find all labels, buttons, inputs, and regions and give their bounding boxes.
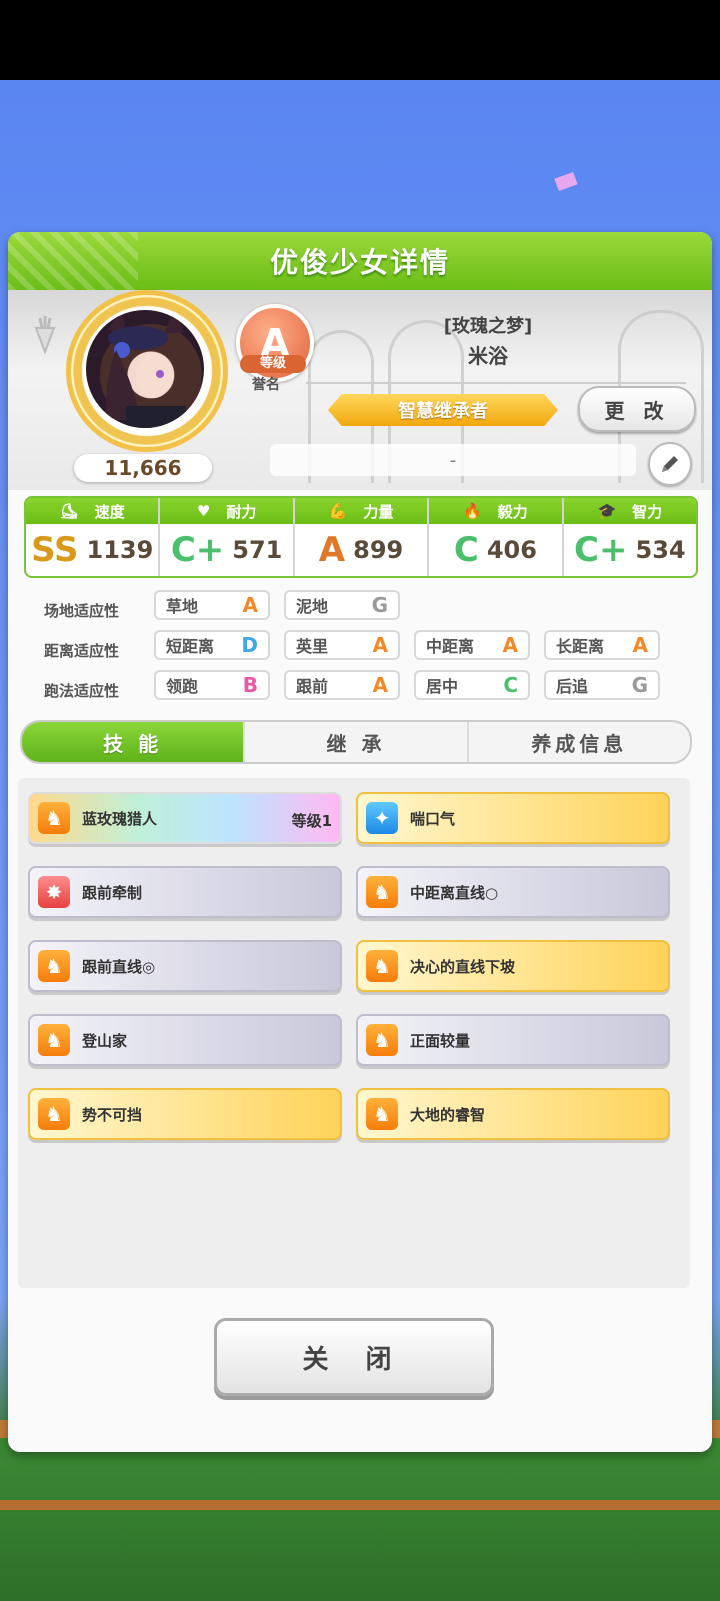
background-fence: [0, 1500, 720, 1510]
skill-horse-icon: ♞: [366, 1024, 398, 1056]
tab-training-info[interactable]: 养成信息: [469, 722, 690, 762]
skill-recovery-icon: ✦: [366, 802, 398, 834]
skill-horse-icon: ♞: [366, 1098, 398, 1130]
rank-label: 等级: [240, 355, 306, 373]
aptitude-turf: 草地 A: [154, 590, 270, 620]
stat-grade: C+: [574, 530, 628, 570]
track-aptitude-label: 场地适应性: [44, 602, 120, 620]
stat-power: 💪 力量 A 899: [294, 498, 430, 576]
skill-horse-icon: ♞: [38, 1024, 70, 1056]
skills-panel: ♞ 蓝玫瑰猎人 等级1 ✦ 喘口气 ✸ 跟前牵制 ♞ 中距离直线○ ♞ 跟前直线…: [18, 778, 690, 1288]
aptitude-dirt: 泥地 G: [284, 590, 400, 620]
stat-label: 耐力: [226, 502, 257, 521]
skill-name: 中距离直线○: [410, 883, 499, 902]
stat-grade: A: [318, 530, 346, 570]
stat-label: 力量: [363, 502, 394, 521]
confetti-decoration: [554, 171, 578, 192]
stat-grade: C: [453, 530, 479, 570]
flame-icon: 🔥: [463, 502, 482, 520]
carrot-icon: [34, 316, 56, 354]
skill-name: 跟前牵制: [82, 883, 143, 902]
close-button[interactable]: 关 闭: [214, 1318, 494, 1396]
skill-item[interactable]: ♞ 大地的睿智: [356, 1088, 670, 1140]
skill-horse-icon: ♞: [366, 950, 398, 982]
stat-speed: ⛸ 速度 SS 1139: [26, 498, 161, 576]
heart-icon: ♥: [196, 502, 211, 520]
muscle-icon: 💪: [328, 502, 348, 520]
stat-value: 406: [486, 536, 537, 564]
skill-horse-icon: ♞: [38, 950, 70, 982]
skill-horse-icon: ♞: [38, 1098, 70, 1130]
aptitude-sprint: 短距离 D: [154, 630, 270, 660]
uma-detail-dialog: 优俊少女详情 11,666 A 等级 誉名 [玫瑰之梦] 米浴 智慧继承者 更 …: [8, 232, 712, 1452]
stat-stamina: ♥ 耐力 C+ 571: [160, 498, 295, 576]
aptitude-medium: 中距离 A: [414, 630, 530, 660]
uma-outfit-title: [玫瑰之梦]: [443, 316, 533, 337]
pencil-icon: [662, 456, 678, 472]
aptitude-late-surger: 居中 C: [414, 670, 530, 700]
fan-count: 11,666: [74, 454, 212, 482]
skill-item[interactable]: ♞ 中距离直线○: [356, 866, 670, 918]
stat-grade: C+: [170, 530, 225, 570]
tab-skills[interactable]: 技 能: [22, 722, 246, 762]
stat-value: 571: [232, 536, 283, 564]
dialog-header: 优俊少女详情: [8, 232, 712, 290]
aptitude-pace-chaser: 跟前 A: [284, 670, 400, 700]
style-aptitude-label: 跑法适应性: [44, 682, 120, 700]
stat-value: 1139: [86, 536, 154, 564]
uma-name: 米浴: [468, 344, 508, 368]
skill-item[interactable]: ♞ 登山家: [28, 1014, 342, 1066]
stat-label: 毅力: [497, 502, 528, 521]
title-ribbon: 智慧继承者: [328, 394, 558, 426]
aptitude-mile: 英里 A: [284, 630, 400, 660]
skill-debuff-icon: ✸: [38, 876, 70, 908]
rank-sub-label: 誉名: [252, 377, 280, 393]
tab-inherit[interactable]: 继 承: [245, 722, 469, 762]
skill-level: 等级1: [291, 812, 332, 830]
skill-name: 决心的直线下坡: [410, 957, 516, 976]
detail-tabs: 技 能 继 承 养成信息: [20, 720, 692, 764]
skill-item[interactable]: ♞ 蓝玫瑰猎人 等级1: [28, 792, 342, 844]
header-pattern: [8, 232, 138, 290]
aptitude-end-closer: 后追 G: [544, 670, 660, 700]
stat-grade: SS: [31, 530, 79, 570]
stat-guts: 🔥 毅力 C 406: [429, 498, 564, 576]
stat-value: 534: [635, 536, 686, 564]
shoe-icon: ⛸: [59, 502, 79, 520]
skill-name: 蓝玫瑰猎人: [82, 809, 158, 828]
aptitude-long: 长距离 A: [544, 630, 660, 660]
skill-item[interactable]: ♞ 决心的直线下坡: [356, 940, 670, 992]
divider: [306, 382, 686, 384]
change-title-button[interactable]: 更 改: [578, 386, 696, 432]
skill-name: 正面较量: [410, 1031, 471, 1050]
status-bar: [0, 0, 720, 80]
character-portrait-icon: [105, 310, 186, 428]
skill-name: 大地的睿智: [410, 1105, 486, 1124]
distance-aptitude-label: 距离适应性: [44, 642, 120, 660]
skill-item[interactable]: ♞ 正面较量: [356, 1014, 670, 1066]
stat-label: 速度: [94, 502, 125, 521]
dialog-title: 优俊少女详情: [269, 246, 450, 279]
skill-item[interactable]: ✸ 跟前牵制: [28, 866, 342, 918]
stat-value: 899: [353, 536, 404, 564]
skill-horse-icon: ♞: [366, 876, 398, 908]
stat-label: 智力: [632, 502, 663, 521]
skill-item[interactable]: ♞ 跟前直线◎: [28, 940, 342, 992]
skill-item[interactable]: ♞ 势不可挡: [28, 1088, 342, 1140]
skill-item[interactable]: ✦ 喘口气: [356, 792, 670, 844]
skill-name: 势不可挡: [82, 1105, 143, 1124]
graduation-cap-icon: 🎓: [597, 502, 617, 520]
edit-memo-button[interactable]: [648, 442, 692, 486]
stat-wisdom: 🎓 智力 C+ 534: [563, 498, 696, 576]
skill-name: 跟前直线◎: [82, 957, 156, 976]
memo-field: -: [270, 444, 636, 476]
avatar[interactable]: [86, 310, 204, 428]
stats-table: ⛸ 速度 SS 1139 ♥ 耐力 C+ 571 💪 力量 A 899 🔥 毅力 C 406 🎓…: [24, 496, 698, 578]
skill-name: 登山家: [82, 1031, 128, 1050]
skill-name: 喘口气: [410, 809, 456, 828]
skill-horse-icon: ♞: [38, 802, 70, 834]
aptitude-front-runner: 领跑 B: [154, 670, 270, 700]
